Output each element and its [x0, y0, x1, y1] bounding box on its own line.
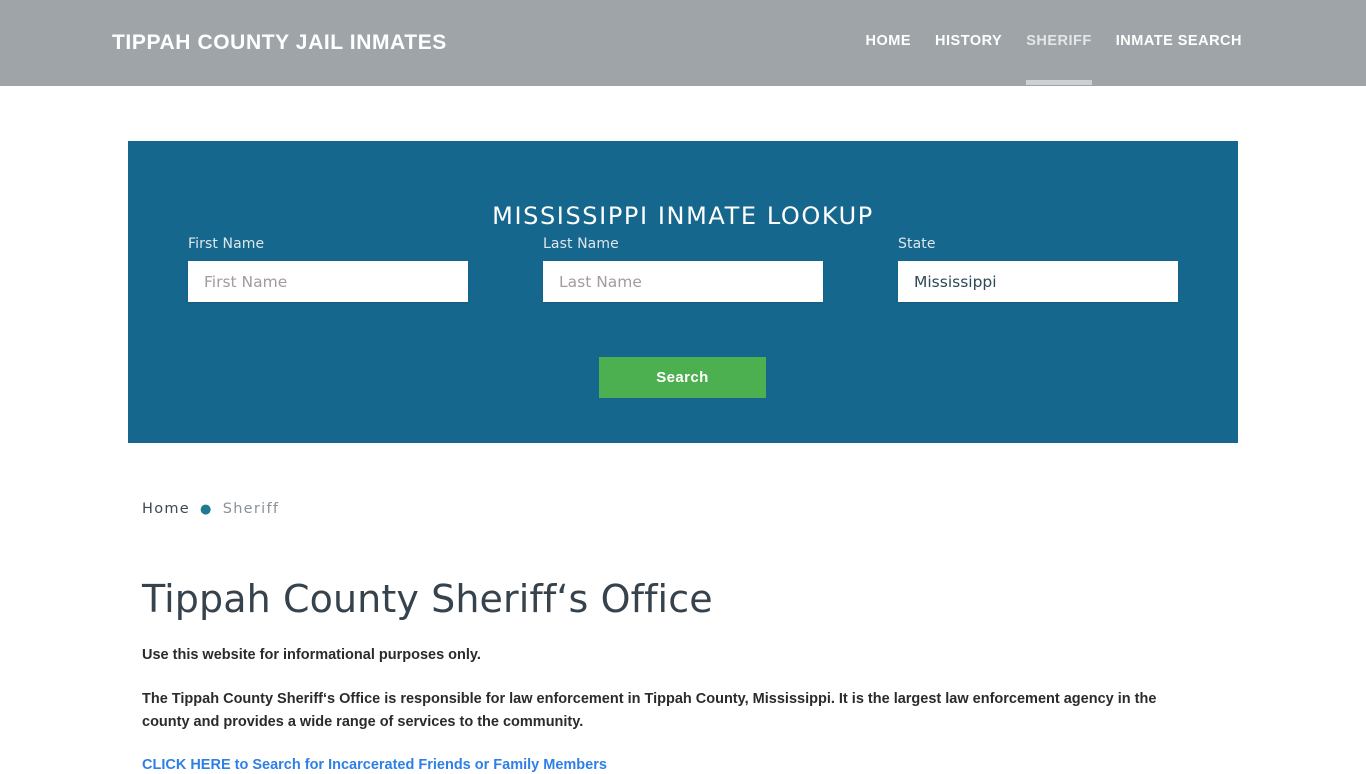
last-name-label: Last Name	[543, 236, 619, 252]
breadcrumb-item-home[interactable]: Home	[142, 501, 190, 517]
nav-item-sheriff[interactable]: SHERIFF	[1014, 33, 1104, 85]
first-name-field-group: First Name	[188, 236, 468, 302]
nav-item-history[interactable]: HISTORY	[923, 33, 1014, 49]
breadcrumb: Home ● Sheriff	[142, 497, 1232, 521]
lead-paragraph: Use this website for informational purpo…	[142, 646, 481, 663]
breadcrumb-item-current: Sheriff	[222, 501, 280, 517]
last-name-field-group: Last Name	[543, 236, 823, 302]
page-title: Tippah County Sheriff‘s Office	[142, 577, 713, 621]
last-name-input[interactable]	[543, 261, 823, 302]
main-navigation: HOME HISTORY SHERIFF INMATE SEARCH	[854, 33, 1254, 85]
state-input[interactable]	[898, 261, 1178, 302]
site-header: TIPPAH COUNTY JAIL INMATES HOME HISTORY …	[0, 0, 1366, 86]
state-field-group: State	[898, 236, 1178, 302]
main-content: Home ● Sheriff Tippah County Sheriff‘s O…	[142, 497, 1232, 774]
nav-item-inmate-search[interactable]: INMATE SEARCH	[1104, 33, 1254, 49]
first-name-input[interactable]	[188, 261, 468, 302]
body-paragraph: The Tippah County Sheriff‘s Office is re…	[142, 690, 1157, 731]
search-button[interactable]: Search	[599, 357, 766, 398]
first-name-label: First Name	[188, 236, 265, 252]
inmate-search-cta-link[interactable]: CLICK HERE to Search for Incarcerated Fr…	[142, 757, 607, 773]
inmate-lookup-panel: MISSISSIPPI INMATE LOOKUP First Name Las…	[128, 141, 1238, 443]
state-label: State	[898, 236, 936, 252]
lookup-panel-title: MISSISSIPPI INMATE LOOKUP	[492, 201, 874, 230]
breadcrumb-separator-icon: ●	[200, 501, 213, 517]
nav-item-home[interactable]: HOME	[854, 33, 924, 49]
site-brand-title[interactable]: TIPPAH COUNTY JAIL INMATES	[112, 31, 447, 55]
